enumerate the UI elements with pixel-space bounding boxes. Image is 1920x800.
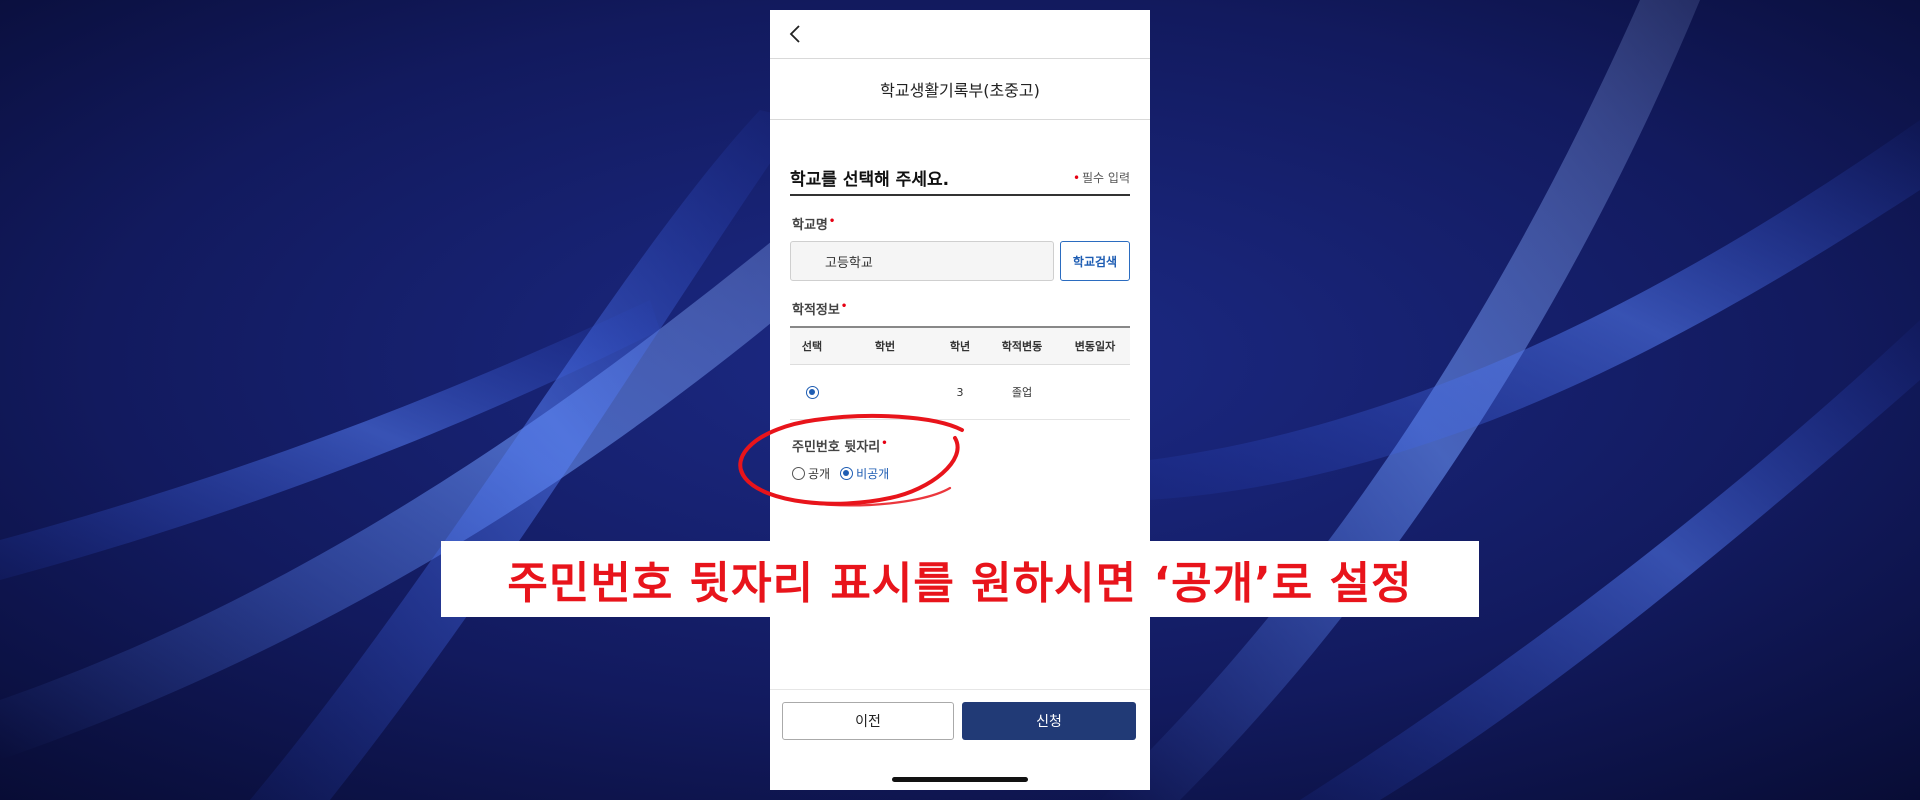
option-public[interactable]: 공개	[792, 465, 830, 482]
record-info-label: 학적정보•	[792, 299, 1150, 318]
status-cell: 졸업	[984, 364, 1060, 420]
change-date-cell	[1060, 364, 1130, 420]
resident-suffix-label-text: 주민번호 뒷자리	[792, 440, 881, 455]
required-star: •	[840, 301, 848, 312]
private-label: 비공개	[856, 467, 890, 481]
school-search-row: 학교검색	[790, 241, 1130, 281]
col-change-date: 변동일자	[1060, 326, 1130, 365]
school-name-label: 학교명•	[792, 214, 1150, 233]
col-grade: 학년	[936, 326, 984, 365]
col-status: 학적변동	[984, 326, 1060, 365]
col-student-no: 학번	[834, 326, 936, 365]
section-header: 학교를 선택해 주세요. • 필수 입력	[790, 160, 1130, 196]
record-info-label-text: 학적정보	[792, 303, 840, 318]
public-label: 공개	[808, 467, 831, 481]
private-radio[interactable]	[840, 467, 854, 480]
school-search-button[interactable]: 학교검색	[1060, 241, 1130, 281]
mobile-screen: 학교생활기록부(초중고) 학교를 선택해 주세요. •필수 입력 학교명• 학교…	[770, 10, 1150, 790]
resident-suffix-options: 공개 비공개	[792, 465, 1150, 482]
school-name-input[interactable]	[790, 241, 1054, 281]
back-arrow-icon[interactable]	[786, 24, 806, 44]
required-note: • 필수 입력	[1073, 169, 1130, 186]
required-dot: •	[1072, 170, 1081, 185]
annotation-banner: 주민번호 뒷자리 표시를 원하시면 ‘공개’로 설정	[441, 541, 1479, 617]
required-star: •	[828, 216, 836, 227]
resident-suffix-label: 주민번호 뒷자리•	[792, 436, 1150, 455]
col-select: 선택	[790, 326, 834, 365]
row-select-radio[interactable]	[805, 385, 819, 399]
page-title: 학교생활기록부(초중고)	[770, 59, 1150, 120]
previous-button[interactable]: 이전	[782, 702, 954, 740]
annotation-banner-text: 주민번호 뒷자리 표시를 원하시면 ‘공개’로 설정	[507, 558, 1413, 609]
record-table: 선택 학번 학년 학적변동 변동일자 3 졸업	[790, 326, 1130, 420]
grade-cell: 3	[936, 364, 984, 420]
table-header-row: 선택 학번 학년 학적변동 변동일자	[790, 326, 1130, 365]
required-star: •	[881, 438, 888, 449]
row-select-cell	[790, 364, 834, 420]
section-title: 학교를 선택해 주세요.	[790, 169, 950, 190]
public-radio[interactable]	[792, 467, 805, 480]
school-name-label-text: 학교명	[792, 218, 828, 233]
option-private[interactable]: 비공개	[840, 465, 889, 482]
apply-button[interactable]: 신청	[962, 702, 1136, 740]
top-bar	[770, 10, 1150, 59]
required-note-text: 필수 입력	[1082, 170, 1130, 185]
footer-bar: 이전 신청	[770, 689, 1150, 790]
table-row[interactable]: 3 졸업	[790, 364, 1130, 420]
home-indicator	[892, 777, 1028, 782]
student-no-cell	[834, 364, 936, 420]
